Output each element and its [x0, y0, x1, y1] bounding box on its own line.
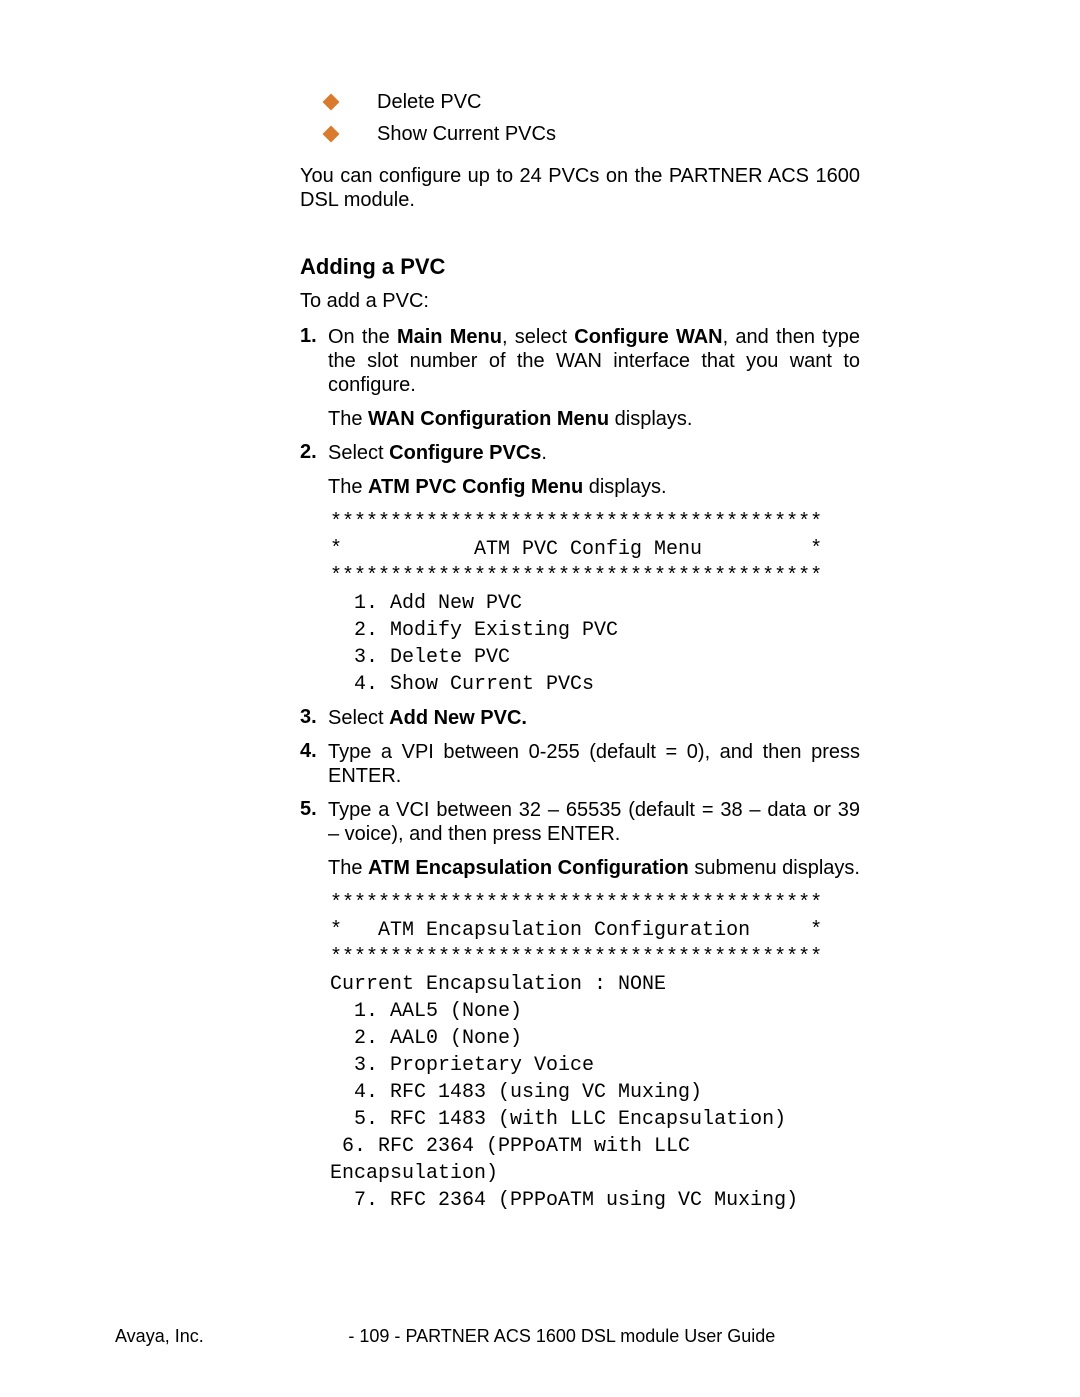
atm-pvc-menu-label: ATM PVC Config Menu — [368, 476, 583, 498]
step-number: 5. — [300, 798, 328, 880]
step-5: 5. Type a VCI between 32 – 65535 (defaul… — [300, 798, 860, 880]
step-body: Type a VPI between 0-255 (default = 0), … — [328, 740, 860, 788]
step-number: 1. — [300, 325, 328, 431]
section-heading: Adding a PVC — [300, 254, 860, 280]
wan-config-menu-label: WAN Configuration Menu — [368, 408, 609, 430]
step-text: Type a VCI between 32 – 65535 (default =… — [328, 798, 860, 846]
step-text: Select Configure PVCs. — [328, 441, 860, 465]
step-2: 2. Select Configure PVCs. The ATM PVC Co… — [300, 441, 860, 499]
intro-paragraph: You can configure up to 24 PVCs on the P… — [300, 164, 860, 212]
steps-list: 1. On the Main Menu, select Configure WA… — [300, 325, 860, 499]
atm-encap-config-menu: ****************************************… — [330, 890, 860, 1214]
step-4: 4. Type a VPI between 0-255 (default = 0… — [300, 740, 860, 788]
step-text: Type a VPI between 0-255 (default = 0), … — [328, 740, 860, 788]
footer-title: PARTNER ACS 1600 DSL module User Guide — [405, 1326, 775, 1346]
diamond-icon — [323, 94, 340, 111]
step-body: Select Add New PVC. — [328, 706, 860, 730]
step-body: Select Configure PVCs. The ATM PVC Confi… — [328, 441, 860, 499]
step-number: 3. — [300, 706, 328, 730]
step-text: On the Main Menu, select Configure WAN, … — [328, 325, 860, 397]
atm-pvc-config-menu: ****************************************… — [330, 509, 860, 698]
bullet-text: Delete PVC — [377, 88, 482, 116]
step-result: The WAN Configuration Menu displays. — [328, 407, 860, 431]
bullet-text: Show Current PVCs — [377, 120, 556, 148]
step-body: On the Main Menu, select Configure WAN, … — [328, 325, 860, 431]
step-1: 1. On the Main Menu, select Configure WA… — [300, 325, 860, 431]
bullet-show-pvcs: Show Current PVCs — [300, 120, 860, 148]
step-body: Type a VCI between 32 – 65535 (default =… — [328, 798, 860, 880]
to-add-line: To add a PVC: — [300, 290, 860, 313]
add-new-pvc-label: Add New PVC. — [389, 707, 527, 729]
page-content: Delete PVC Show Current PVCs You can con… — [300, 88, 860, 1214]
page-footer: Avaya, Inc. - 109 - PARTNER ACS 1600 DSL… — [115, 1326, 965, 1347]
step-text: Select Add New PVC. — [328, 706, 860, 730]
step-result: The ATM Encapsulation Configuration subm… — [328, 856, 860, 880]
configure-wan-label: Configure WAN — [574, 326, 722, 348]
footer-page: - 109 - — [348, 1326, 400, 1346]
step-number: 4. — [300, 740, 328, 788]
diamond-icon — [323, 126, 340, 143]
step-3: 3. Select Add New PVC. — [300, 706, 860, 730]
step-result: The ATM PVC Config Menu displays. — [328, 475, 860, 499]
step-number: 2. — [300, 441, 328, 499]
steps-list-cont: 3. Select Add New PVC. 4. Type a VPI bet… — [300, 706, 860, 880]
configure-pvcs-label: Configure PVCs — [389, 442, 541, 464]
atm-encap-label: ATM Encapsulation Configuration — [368, 857, 689, 879]
footer-center: - 109 - PARTNER ACS 1600 DSL module User… — [159, 1326, 965, 1347]
bullet-delete-pvc: Delete PVC — [300, 88, 860, 116]
main-menu-label: Main Menu — [397, 326, 502, 348]
